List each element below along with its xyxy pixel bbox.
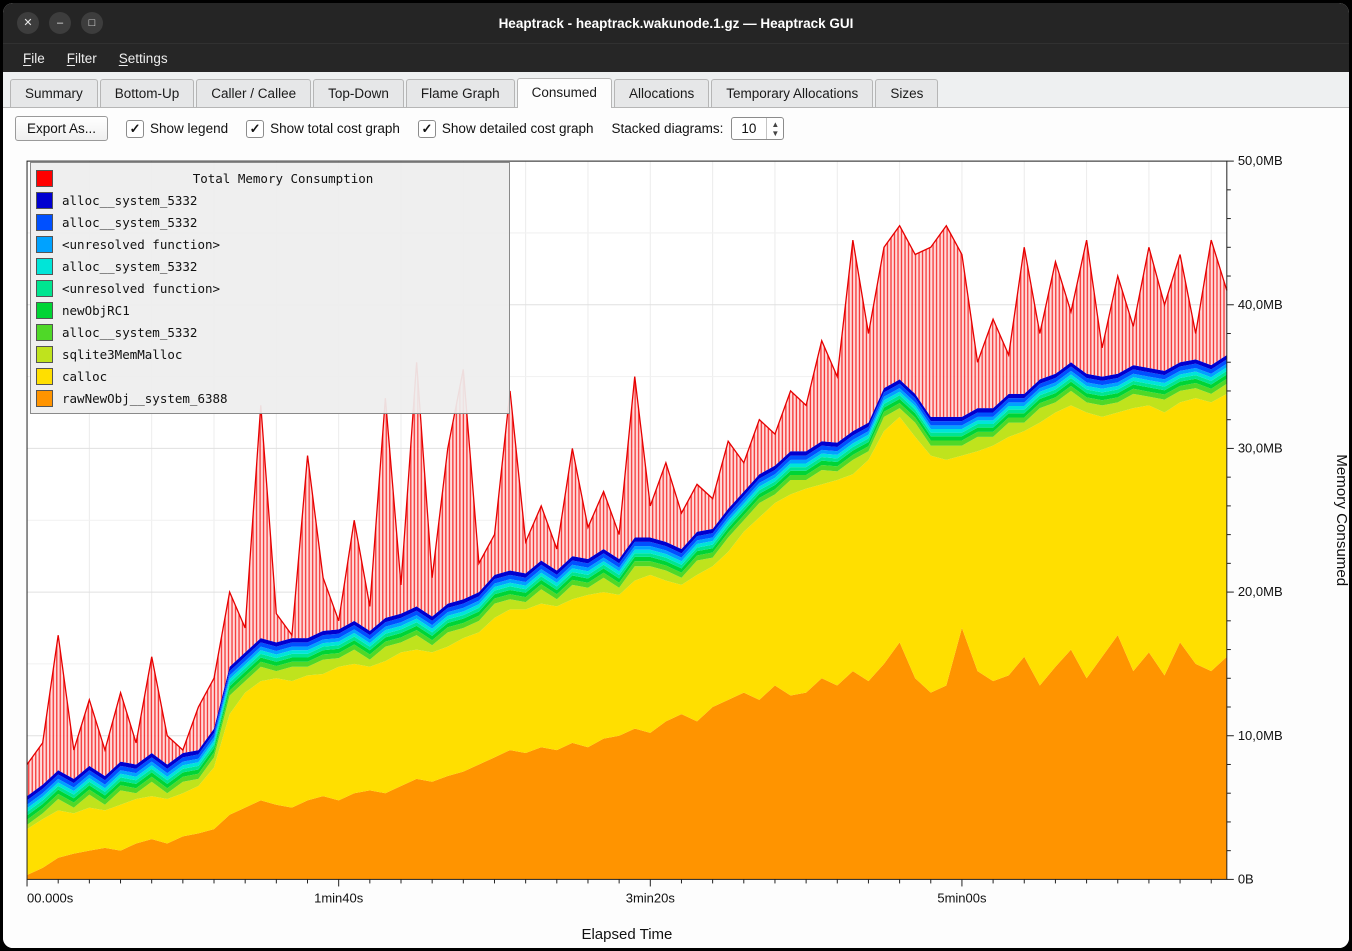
tab-flame-graph[interactable]: Flame Graph bbox=[406, 79, 515, 107]
legend-item: alloc__system_5332 bbox=[36, 255, 504, 277]
tab-sizes[interactable]: Sizes bbox=[875, 79, 938, 107]
legend-swatch bbox=[36, 236, 53, 253]
legend-label: sqlite3MemMalloc bbox=[62, 347, 182, 362]
minimize-button[interactable]: – bbox=[49, 12, 71, 34]
legend-swatch bbox=[36, 280, 53, 297]
tab-bar: SummaryBottom-UpCaller / CalleeTop-DownF… bbox=[3, 72, 1349, 108]
legend-swatch bbox=[36, 324, 53, 341]
legend-label: <unresolved function> bbox=[62, 237, 220, 252]
close-icon: ✕ bbox=[23, 18, 32, 29]
tab-allocations[interactable]: Allocations bbox=[614, 79, 709, 107]
spin-up-icon[interactable]: ▲ bbox=[767, 120, 783, 129]
maximize-button[interactable]: □ bbox=[81, 12, 103, 34]
show-total-cost-checkbox[interactable]: ✓ Show total cost graph bbox=[246, 120, 400, 138]
legend-swatch bbox=[36, 346, 53, 363]
legend-item: <unresolved function> bbox=[36, 277, 504, 299]
tab-summary[interactable]: Summary bbox=[10, 79, 98, 107]
legend-item: sqlite3MemMalloc bbox=[36, 343, 504, 365]
checkbox-check-icon: ✓ bbox=[126, 120, 144, 138]
svg-text:30,0MB: 30,0MB bbox=[1238, 440, 1283, 455]
checkbox-check-icon: ✓ bbox=[418, 120, 436, 138]
svg-text:0B: 0B bbox=[1238, 871, 1254, 886]
menubar: FileFilterSettings bbox=[3, 43, 1349, 72]
tab-bottom-up[interactable]: Bottom-Up bbox=[100, 79, 195, 107]
legend-swatch bbox=[36, 390, 53, 407]
close-button[interactable]: ✕ bbox=[17, 12, 39, 34]
legend-swatch bbox=[36, 214, 53, 231]
tab-top-down[interactable]: Top-Down bbox=[313, 79, 404, 107]
legend-label: alloc__system_5332 bbox=[62, 259, 197, 274]
minimize-icon: – bbox=[57, 18, 63, 29]
legend-label: alloc__system_5332 bbox=[62, 215, 197, 230]
stacked-diagrams-control: Stacked diagrams: 10 ▲ ▼ bbox=[612, 117, 785, 140]
menu-settings[interactable]: Settings bbox=[109, 47, 178, 70]
show-total-cost-label: Show total cost graph bbox=[270, 121, 400, 136]
show-legend-label: Show legend bbox=[150, 121, 228, 136]
legend-item: <unresolved function> bbox=[36, 233, 504, 255]
show-detailed-cost-checkbox[interactable]: ✓ Show detailed cost graph bbox=[418, 120, 594, 138]
tab-temporary-allocations[interactable]: Temporary Allocations bbox=[711, 79, 873, 107]
window-title: Heaptrack - heaptrack.wakunode.1.gz — He… bbox=[3, 16, 1349, 31]
svg-text:Memory Consumed: Memory Consumed bbox=[1333, 454, 1349, 586]
svg-text:10,0MB: 10,0MB bbox=[1238, 728, 1283, 743]
spin-buttons: ▲ ▼ bbox=[766, 118, 783, 139]
legend-label: rawNewObj__system_6388 bbox=[62, 391, 228, 406]
legend-swatch bbox=[36, 170, 53, 187]
legend-label: alloc__system_5332 bbox=[62, 325, 197, 340]
chart-area: 00.000s 1min40s 3min20s 5min00s 0B 10,0MB 20,0… bbox=[3, 149, 1349, 948]
window-controls: ✕ – □ bbox=[3, 12, 103, 34]
menu-file[interactable]: File bbox=[13, 47, 55, 70]
legend-item: alloc__system_5332 bbox=[36, 189, 504, 211]
svg-text:50,0MB: 50,0MB bbox=[1238, 153, 1283, 168]
stacked-diagrams-label: Stacked diagrams: bbox=[612, 121, 724, 136]
legend-swatch bbox=[36, 258, 53, 275]
checkbox-check-icon: ✓ bbox=[246, 120, 264, 138]
legend-swatch bbox=[36, 192, 53, 209]
stacked-diagrams-value: 10 bbox=[732, 118, 766, 139]
export-as-button[interactable]: Export As... bbox=[15, 116, 108, 141]
toolbar: Export As... ✓ Show legend ✓ Show total … bbox=[3, 108, 1349, 149]
svg-text:20,0MB: 20,0MB bbox=[1238, 584, 1283, 599]
legend-swatch bbox=[36, 368, 53, 385]
legend-label: newObjRC1 bbox=[62, 303, 130, 318]
maximize-icon: □ bbox=[89, 18, 96, 29]
legend-label: alloc__system_5332 bbox=[62, 193, 197, 208]
legend-item: rawNewObj__system_6388 bbox=[36, 387, 504, 409]
heaptrack-window: ✕ – □ Heaptrack - heaptrack.wakunode.1.g… bbox=[3, 3, 1349, 948]
legend-item: alloc__system_5332 bbox=[36, 211, 504, 233]
tab-consumed[interactable]: Consumed bbox=[517, 78, 612, 108]
legend-swatch bbox=[36, 302, 53, 319]
tab-caller-callee[interactable]: Caller / Callee bbox=[196, 79, 311, 107]
spin-down-icon[interactable]: ▼ bbox=[767, 129, 783, 138]
svg-text:00.000s: 00.000s bbox=[27, 891, 74, 906]
chart-legend: Total Memory Consumption alloc__system_53… bbox=[30, 162, 510, 414]
svg-text:1min40s: 1min40s bbox=[314, 891, 364, 906]
legend-title-row: Total Memory Consumption bbox=[36, 167, 504, 189]
svg-text:5min00s: 5min00s bbox=[937, 891, 987, 906]
menu-filter[interactable]: Filter bbox=[57, 47, 107, 70]
svg-text:3min20s: 3min20s bbox=[626, 891, 676, 906]
legend-label: Total Memory Consumption bbox=[62, 171, 504, 186]
svg-text:Elapsed Time: Elapsed Time bbox=[581, 926, 672, 943]
legend-item: calloc bbox=[36, 365, 504, 387]
svg-text:40,0MB: 40,0MB bbox=[1238, 297, 1283, 312]
titlebar: ✕ – □ Heaptrack - heaptrack.wakunode.1.g… bbox=[3, 3, 1349, 43]
show-detailed-cost-label: Show detailed cost graph bbox=[442, 121, 594, 136]
show-legend-checkbox[interactable]: ✓ Show legend bbox=[126, 120, 228, 138]
stacked-diagrams-spinbox[interactable]: 10 ▲ ▼ bbox=[731, 117, 784, 140]
legend-item: newObjRC1 bbox=[36, 299, 504, 321]
legend-label: calloc bbox=[62, 369, 107, 384]
legend-item: alloc__system_5332 bbox=[36, 321, 504, 343]
legend-label: <unresolved function> bbox=[62, 281, 220, 296]
